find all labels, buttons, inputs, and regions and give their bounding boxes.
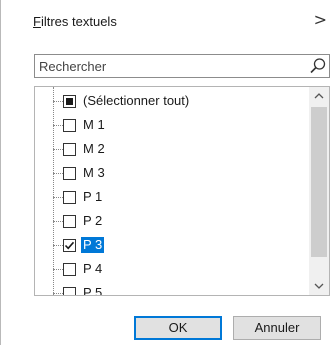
list-item[interactable]: P 2 <box>35 212 309 231</box>
menu-label-rest: iltres textuels <box>40 14 117 29</box>
list-item-label: M 1 <box>83 117 105 132</box>
checkbox[interactable] <box>63 167 76 180</box>
search-box <box>34 54 330 78</box>
list-item[interactable]: M 1 <box>35 116 309 135</box>
checkbox[interactable] <box>63 263 76 276</box>
menu-item-label: Filtres textuels <box>33 14 117 29</box>
list-item-label: P 5 <box>83 285 103 296</box>
list-item[interactable]: M 2 <box>35 140 309 159</box>
list-item[interactable]: (Sélectionner tout) <box>35 92 309 111</box>
list-item-label: P 2 <box>83 213 103 228</box>
list-item[interactable]: P 1 <box>35 188 309 207</box>
scroll-up-icon[interactable] <box>309 87 329 105</box>
checkmark-icon <box>64 241 75 250</box>
list-item[interactable]: P 3 <box>35 236 309 255</box>
list-item-label: P 3 <box>81 237 105 253</box>
checkbox[interactable] <box>63 95 76 108</box>
checkbox[interactable] <box>63 287 76 295</box>
checkbox[interactable] <box>63 143 76 156</box>
text-filter-panel: Filtres textuels > (Sélectionner tout) M … <box>0 0 334 345</box>
filter-value-list: (Sélectionner tout) M 1 M 2 M 3 P 1 P 2 P 3 P 4… <box>34 86 330 296</box>
tree-connector <box>53 269 63 270</box>
menu-mnemonic: F <box>33 14 41 29</box>
list-item-label: (Sélectionner tout) <box>83 93 190 108</box>
checkbox[interactable] <box>63 215 76 228</box>
scroll-thumb[interactable] <box>311 107 327 257</box>
checkbox[interactable] <box>63 119 76 132</box>
list-item[interactable]: P 4 <box>35 260 309 279</box>
search-input[interactable] <box>35 55 305 77</box>
tree-connector <box>53 149 63 150</box>
checkbox[interactable] <box>63 191 76 204</box>
menu-item-text-filters[interactable]: Filtres textuels > <box>19 10 333 34</box>
list-item-label: M 3 <box>83 165 105 180</box>
ok-button[interactable]: OK <box>134 316 222 340</box>
tree-connector <box>53 221 63 222</box>
checkbox[interactable] <box>63 239 76 252</box>
value-tree: (Sélectionner tout) M 1 M 2 M 3 P 1 P 2 P 3 P 4… <box>35 87 309 295</box>
vertical-scrollbar[interactable] <box>309 87 329 295</box>
tree-connector <box>53 101 63 102</box>
tree-connector <box>53 197 63 198</box>
chevron-right-icon: > <box>313 10 327 29</box>
list-item-label: P 1 <box>83 189 103 204</box>
tree-connector <box>53 245 63 246</box>
tree-connector <box>53 293 63 294</box>
list-item-label: P 4 <box>83 261 103 276</box>
scroll-down-icon[interactable] <box>309 277 329 295</box>
search-icon[interactable] <box>309 57 327 75</box>
cancel-button[interactable]: Annuler <box>233 316 321 340</box>
tree-connector <box>53 173 63 174</box>
list-item[interactable]: P 5 <box>35 284 309 296</box>
list-item[interactable]: M 3 <box>35 164 309 183</box>
tree-connector <box>53 125 63 126</box>
list-item-label: M 2 <box>83 141 105 156</box>
